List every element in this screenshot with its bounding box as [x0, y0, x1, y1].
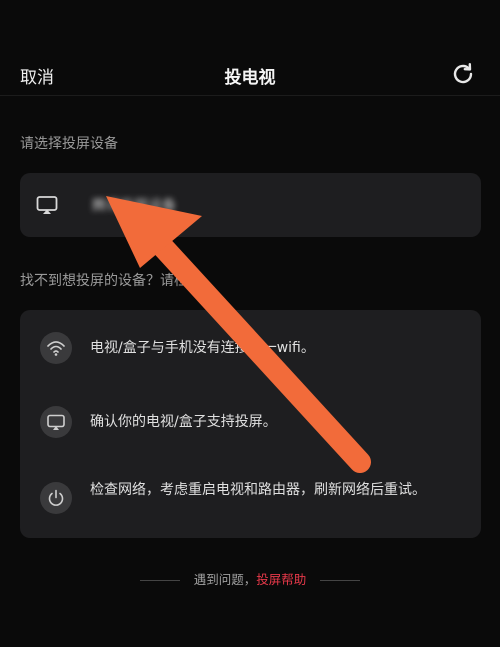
cast-screen: 取消 投电视 请选择投屏设备 腾讯投屏设备 找不到想投屏的设备？请检查 电视/盒… — [0, 0, 500, 647]
device-name: 腾讯投屏设备 — [92, 198, 176, 214]
help-footer: 遇到问题，投屏帮助 — [0, 569, 500, 588]
top-bar: 取消 投电视 — [0, 55, 500, 96]
device-section-label: 请选择投屏设备 — [20, 136, 118, 152]
screen-cast-icon — [35, 193, 59, 217]
tip-text-network: 检查网络，考虑重启电视和路由器，刷新网络后重试。 — [90, 482, 426, 498]
cast-help-link[interactable]: 投屏帮助 — [256, 572, 306, 587]
screen-cast-icon — [40, 406, 72, 438]
refresh-icon[interactable] — [450, 61, 476, 87]
footer-prefix: 遇到问题， — [193, 572, 257, 587]
tips-card: 电视/盒子与手机没有连接同一wifi。 确认你的电视/盒子支持投屏。 检查网络，… — [20, 310, 481, 538]
tip-text-wifi: 电视/盒子与手机没有连接同一wifi。 — [90, 340, 315, 356]
help-section-label: 找不到想投屏的设备？请检查 — [20, 273, 202, 289]
divider — [320, 580, 361, 581]
power-icon — [40, 482, 72, 514]
divider — [139, 580, 180, 581]
wifi-icon — [40, 332, 72, 364]
page-title: 投电视 — [224, 68, 276, 88]
device-item[interactable]: 腾讯投屏设备 — [20, 173, 481, 237]
tip-text-support: 确认你的电视/盒子支持投屏。 — [90, 414, 277, 430]
